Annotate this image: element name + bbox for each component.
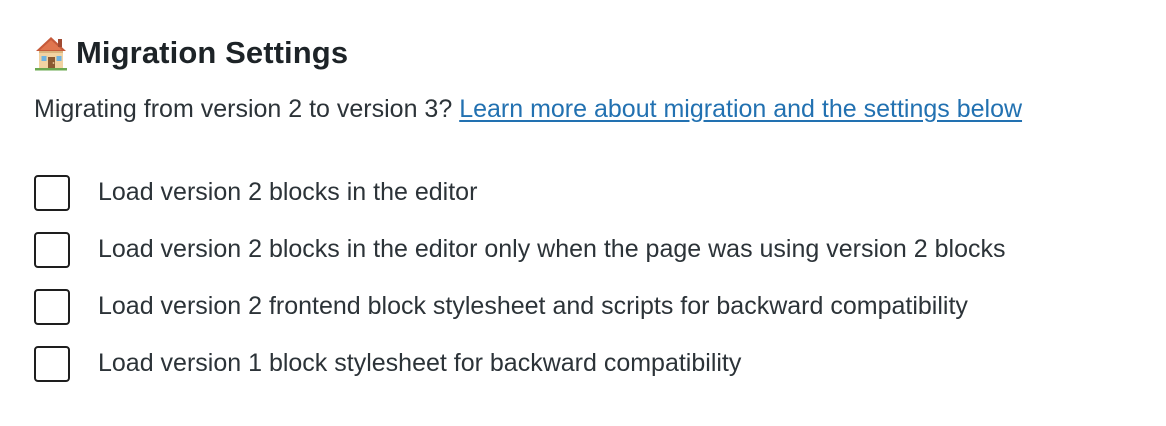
settings-header: Migration Settings	[34, 30, 1154, 76]
load-v2-blocks-checkbox[interactable]	[34, 174, 70, 211]
load-v2-frontend-checkbox[interactable]	[34, 288, 70, 325]
option-label[interactable]: Load version 2 frontend block stylesheet…	[98, 292, 968, 321]
load-v2-blocks-conditional-checkbox[interactable]	[34, 231, 70, 268]
option-load-v2-blocks[interactable]: Load version 2 blocks in the editor	[34, 164, 1154, 221]
option-load-v2-blocks-conditional[interactable]: Load version 2 blocks in the editor only…	[34, 221, 1154, 278]
migration-settings-panel: Migration Settings Migrating from versio…	[34, 30, 1154, 392]
option-load-v1-stylesheet[interactable]: Load version 1 block stylesheet for back…	[34, 335, 1154, 392]
option-label[interactable]: Load version 2 blocks in the editor	[98, 178, 477, 207]
option-label[interactable]: Load version 2 blocks in the editor only…	[98, 235, 1005, 264]
learn-more-link[interactable]: Learn more about migration and the setti…	[459, 95, 1022, 123]
house-icon	[34, 35, 68, 71]
options-list: Load version 2 blocks in the editor Load…	[34, 164, 1154, 392]
intro-question: Migrating from version 2 to version 3?	[34, 95, 460, 123]
intro-text: Migrating from version 2 to version 3? L…	[34, 92, 1154, 126]
load-v1-stylesheet-checkbox[interactable]	[34, 345, 70, 382]
page-title: Migration Settings	[76, 35, 349, 70]
option-label[interactable]: Load version 1 block stylesheet for back…	[98, 349, 741, 378]
option-load-v2-frontend[interactable]: Load version 2 frontend block stylesheet…	[34, 278, 1154, 335]
